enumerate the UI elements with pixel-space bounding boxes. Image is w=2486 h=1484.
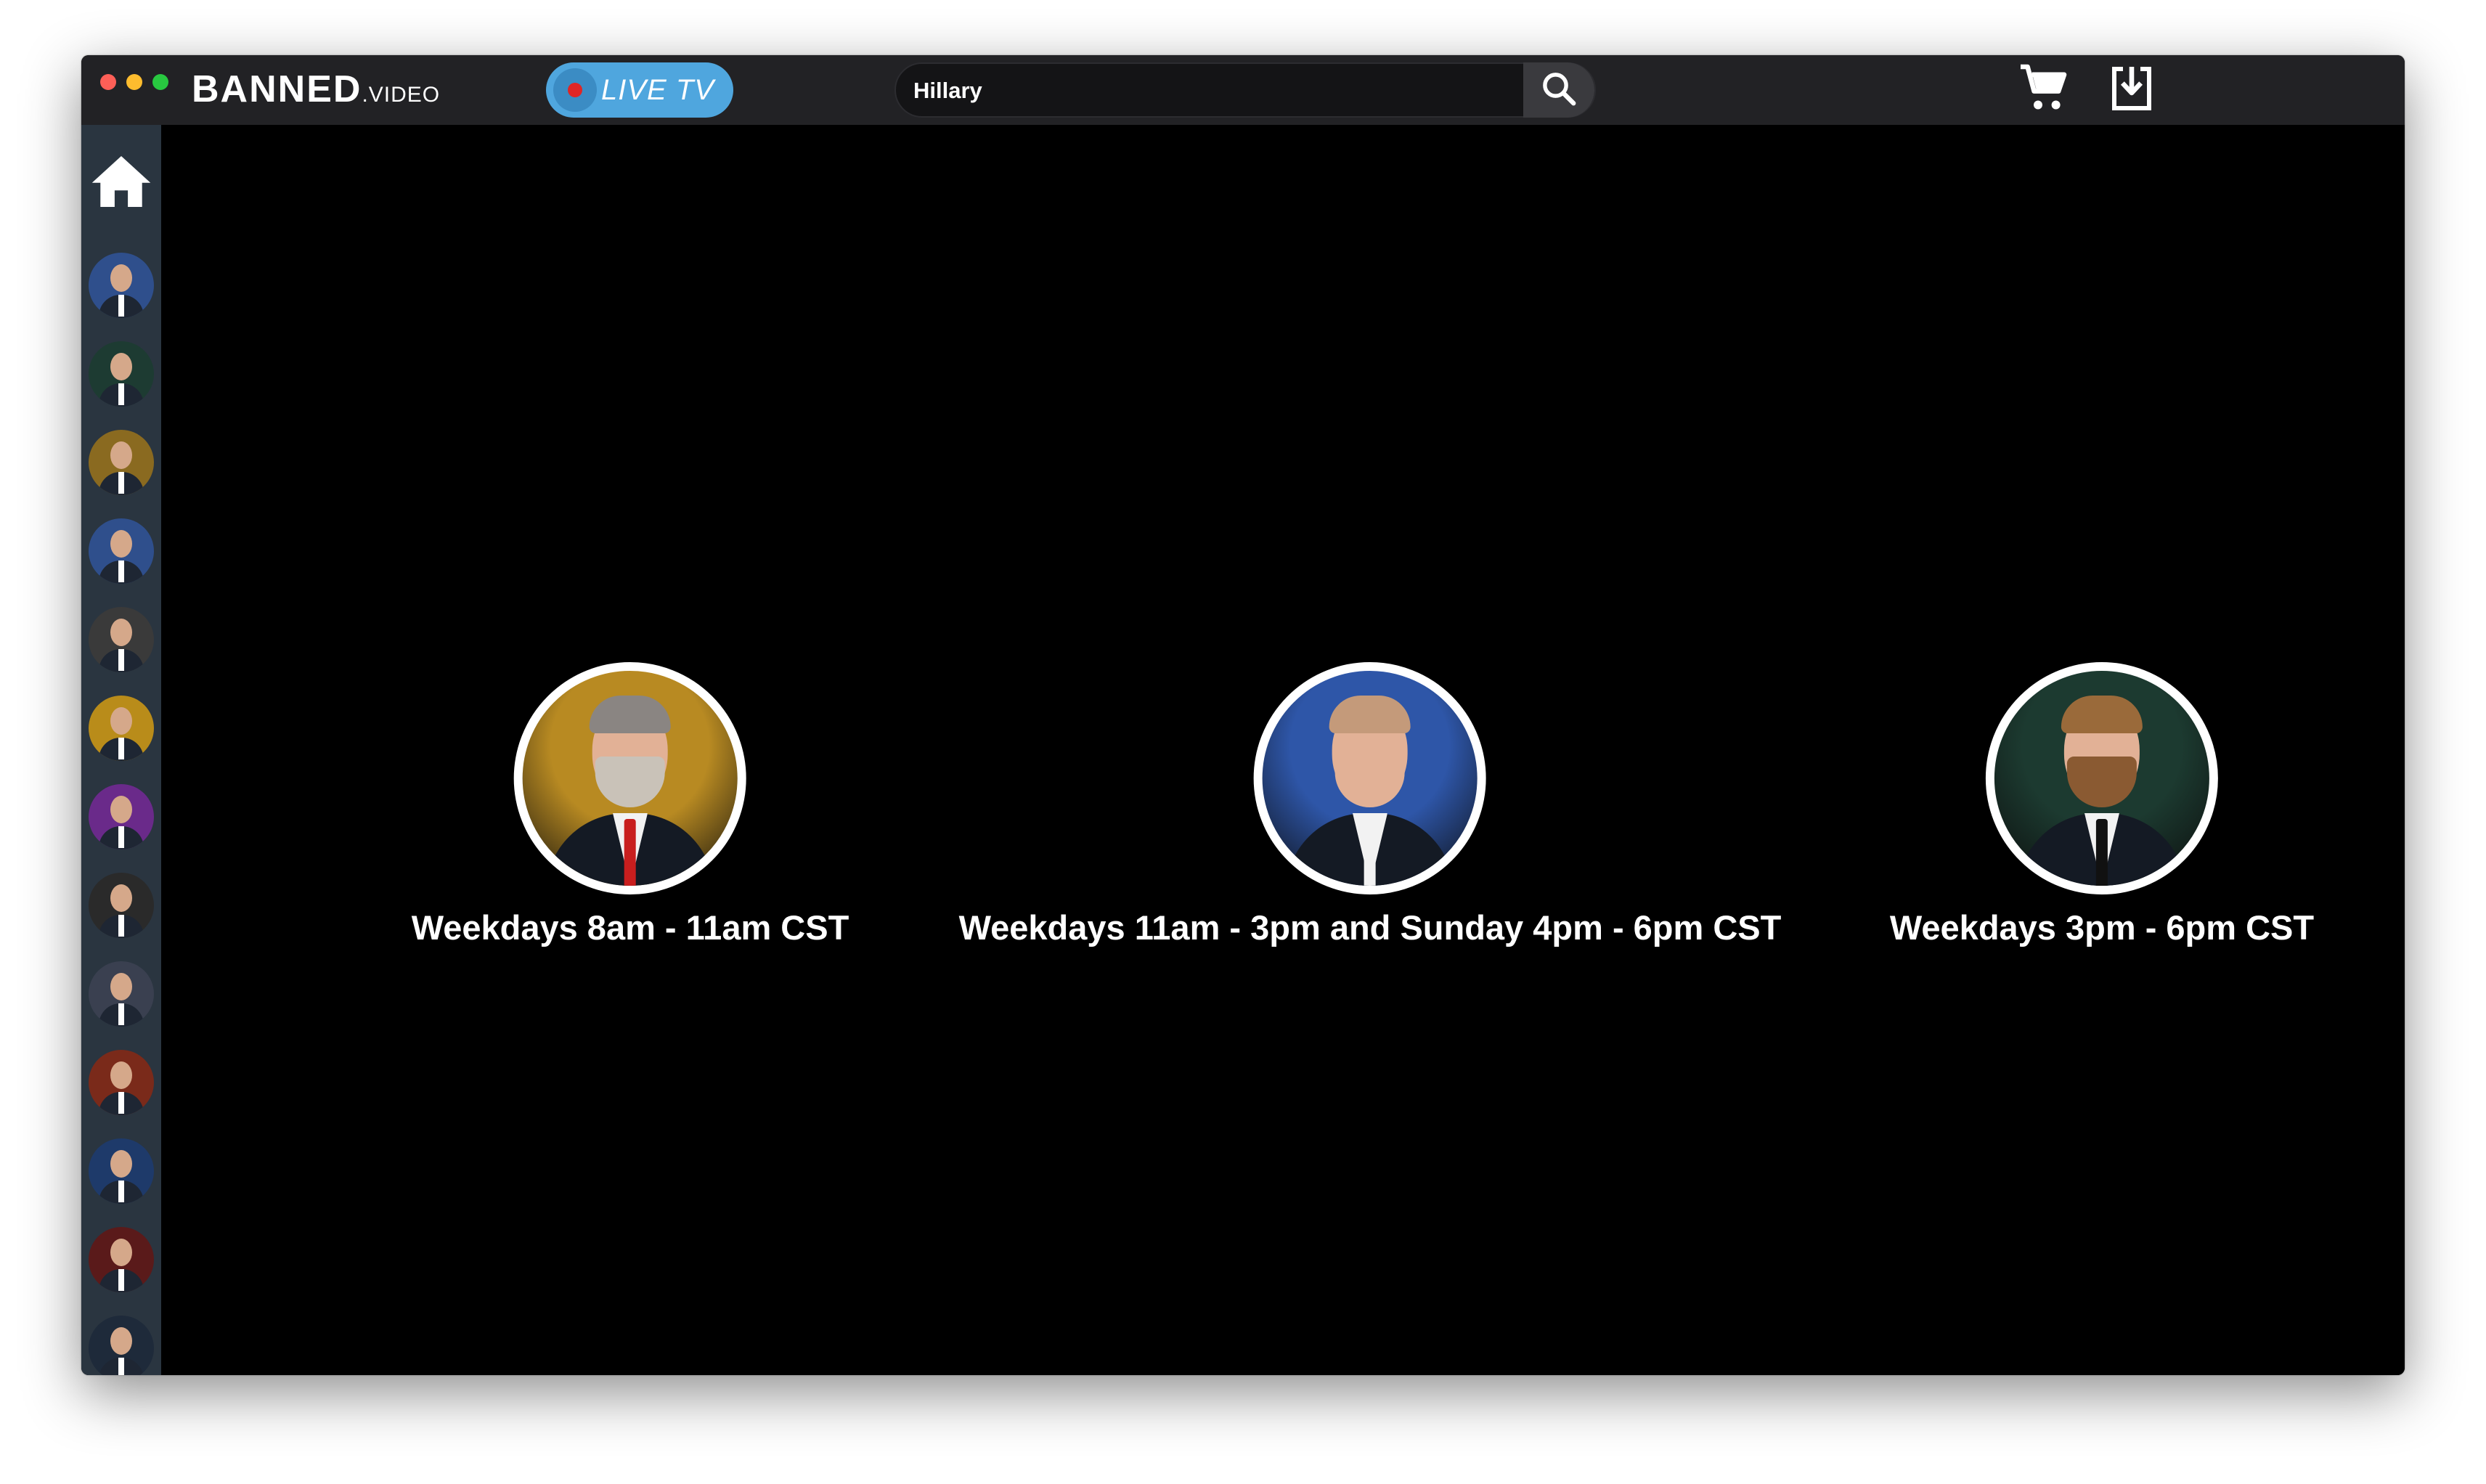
cart-icon — [2018, 62, 2071, 118]
minimize-window-button[interactable] — [126, 74, 142, 90]
download-button[interactable] — [2103, 64, 2161, 116]
channel-avatar[interactable] — [89, 1227, 154, 1292]
close-window-button[interactable] — [100, 74, 116, 90]
channel-avatar[interactable] — [89, 784, 154, 849]
search-input[interactable] — [912, 71, 1517, 110]
channel-avatar[interactable] — [89, 430, 154, 495]
host-card[interactable]: Weekdays 3pm - 6pm CST — [1890, 662, 2314, 947]
channel-avatar[interactable] — [89, 873, 154, 938]
sidebar — [81, 125, 161, 1375]
schedule-panel: Weekdays 8am - 11am CST Weekdays 11am - … — [161, 125, 2405, 1375]
home-icon — [91, 153, 152, 213]
cart-button[interactable] — [2016, 64, 2074, 116]
channel-avatar[interactable] — [89, 518, 154, 584]
channel-avatar[interactable] — [89, 961, 154, 1027]
channel-avatar[interactable] — [89, 1050, 154, 1115]
host-avatar — [1253, 662, 1486, 894]
host-avatar — [514, 662, 746, 894]
channel-avatar[interactable] — [89, 607, 154, 672]
site-logo[interactable]: BANNED .VIDEO — [192, 65, 440, 113]
logo-sub-text: .VIDEO — [362, 83, 441, 107]
host-schedule-time: Weekdays 3pm - 6pm CST — [1889, 908, 2315, 947]
download-icon — [2106, 62, 2158, 118]
host-schedule-time: Weekdays 11am - 3pm and Sunday 4pm - 6pm… — [958, 908, 1782, 947]
search-bar — [894, 62, 1596, 118]
host-schedule-time: Weekdays 8am - 11am CST — [411, 908, 849, 947]
host-card[interactable]: Weekdays 11am - 3pm and Sunday 4pm - 6pm… — [958, 662, 1782, 947]
live-indicator — [553, 68, 597, 112]
channel-avatar[interactable] — [89, 253, 154, 318]
live-tv-label: LIVE TV — [601, 73, 714, 106]
top-bar: BANNED .VIDEO LIVE TV — [81, 55, 2405, 125]
live-tv-button[interactable]: LIVE TV — [546, 62, 733, 118]
search-button[interactable] — [1523, 62, 1594, 118]
host-card[interactable]: Weekdays 8am - 11am CST — [412, 662, 849, 947]
channel-list — [89, 253, 154, 1375]
channel-avatar[interactable] — [89, 1138, 154, 1204]
host-avatar — [1986, 662, 2218, 894]
channel-avatar[interactable] — [89, 341, 154, 407]
channel-avatar[interactable] — [89, 696, 154, 761]
live-dot-icon — [568, 83, 582, 97]
channel-avatar[interactable] — [89, 1316, 154, 1375]
window-controls — [100, 74, 168, 90]
logo-main-text: BANNED — [192, 68, 362, 110]
home-button[interactable] — [90, 154, 152, 212]
search-icon — [1539, 69, 1578, 111]
browser-window: BANNED .VIDEO LIVE TV Hillary Weekdays 8… — [81, 55, 2405, 1375]
maximize-window-button[interactable] — [152, 74, 168, 90]
